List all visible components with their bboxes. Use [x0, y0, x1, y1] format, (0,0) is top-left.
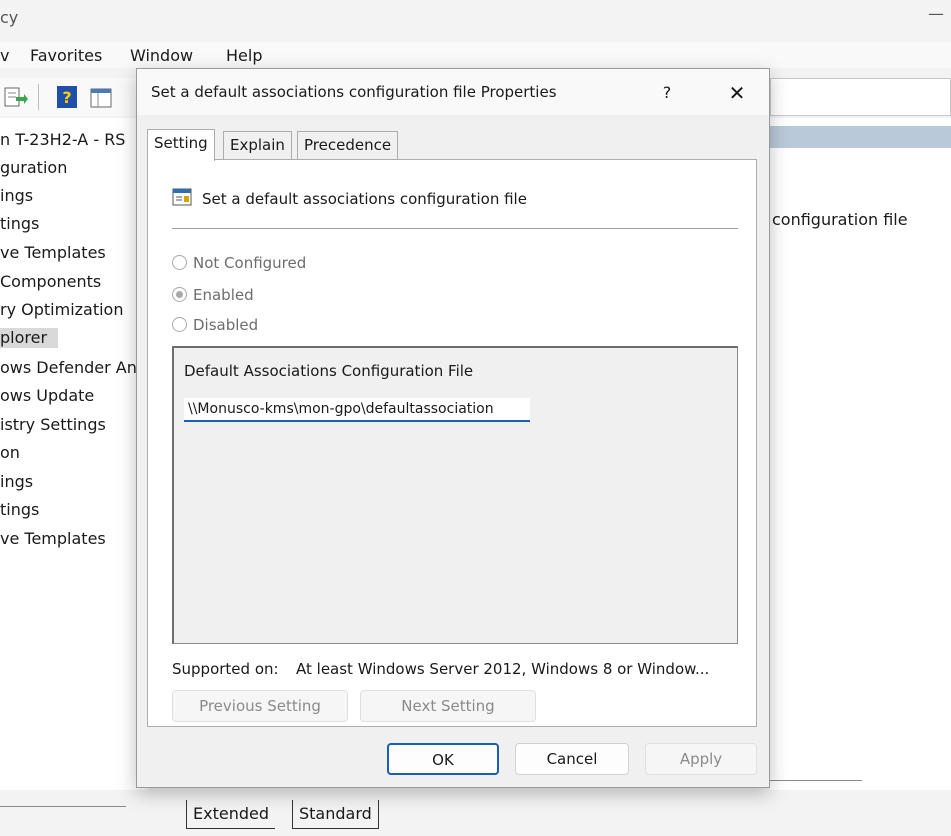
- toolbar-separator: [38, 84, 39, 110]
- tree-item[interactable]: ows Defender An: [0, 358, 137, 378]
- tree-item[interactable]: istry Settings: [0, 415, 106, 435]
- tab-standard[interactable]: Standard: [292, 800, 379, 829]
- navigation-tree: n T-23H2-A - RS guration ings tings ve T…: [0, 118, 148, 790]
- radio-label: Not Configured: [193, 254, 307, 272]
- tab-setting[interactable]: Setting: [147, 129, 215, 161]
- options-box: Default Associations Configuration File: [172, 346, 738, 644]
- supported-on-label: Supported on:: [172, 660, 279, 678]
- ok-button[interactable]: OK: [387, 743, 499, 775]
- horizontal-scrollbar-right[interactable]: [770, 780, 862, 781]
- horizontal-scrollbar[interactable]: [0, 806, 126, 807]
- dialog-title: Set a default associations configuration…: [151, 83, 557, 101]
- tree-item[interactable]: Components: [0, 272, 101, 292]
- view-icon[interactable]: [90, 88, 112, 112]
- menu-view[interactable]: v: [0, 46, 9, 65]
- cancel-button[interactable]: Cancel: [515, 743, 629, 775]
- background-window-title: cy: [0, 8, 19, 27]
- next-setting-button[interactable]: Next Setting: [360, 690, 536, 722]
- tree-item[interactable]: ve Templates: [0, 529, 106, 549]
- tree-item[interactable]: ings: [0, 472, 33, 492]
- tree-item[interactable]: on: [0, 443, 20, 463]
- tree-item[interactable]: tings: [0, 500, 39, 520]
- help-book-icon[interactable]: ?: [56, 85, 78, 113]
- radio-not-configured[interactable]: Not Configured: [172, 254, 306, 272]
- tree-item[interactable]: n T-23H2-A - RS: [0, 130, 125, 150]
- tab-extended[interactable]: Extended: [186, 800, 275, 829]
- setting-panel: Set a default associations configuration…: [147, 159, 757, 727]
- divider: [172, 228, 738, 229]
- options-label: Default Associations Configuration File: [184, 362, 474, 380]
- help-button[interactable]: ?: [651, 77, 683, 109]
- radio-label: Enabled: [193, 286, 254, 304]
- svg-text:?: ?: [62, 88, 71, 107]
- bottom-bar: [0, 790, 951, 836]
- tree-item[interactable]: guration: [0, 158, 67, 178]
- close-button[interactable]: ✕: [717, 77, 757, 109]
- tree-item[interactable]: ve Templates: [0, 243, 106, 263]
- supported-on-value: At least Windows Server 2012, Windows 8 …: [296, 660, 710, 678]
- config-file-input[interactable]: [184, 398, 530, 422]
- menu-favorites[interactable]: Favorites: [30, 46, 102, 65]
- toolbar-field: [770, 78, 951, 116]
- previous-setting-button[interactable]: Previous Setting: [172, 690, 348, 722]
- radio-circle-checked: [172, 287, 187, 302]
- radio-circle: [172, 255, 187, 270]
- tree-item[interactable]: ows Update: [0, 386, 94, 406]
- tree-item-selected[interactable]: plorer: [0, 328, 58, 348]
- menu-window[interactable]: Window: [130, 46, 193, 65]
- tree-item[interactable]: tings: [0, 214, 39, 234]
- tree-item[interactable]: ings: [0, 186, 33, 206]
- export-list-icon[interactable]: [4, 86, 28, 112]
- details-setting-name[interactable]: configuration file: [772, 210, 908, 229]
- policy-name: Set a default associations configuration…: [202, 190, 527, 208]
- properties-dialog: Set a default associations configuration…: [136, 68, 770, 788]
- tree-item[interactable]: ry Optimization: [0, 300, 123, 320]
- menu-help[interactable]: Help: [226, 46, 262, 65]
- apply-button[interactable]: Apply: [645, 743, 757, 775]
- policy-setting-icon: [172, 188, 192, 206]
- radio-circle: [172, 317, 187, 332]
- radio-enabled[interactable]: Enabled: [172, 286, 254, 304]
- menu-bar: v Favorites Window Help: [0, 42, 951, 68]
- details-header: [770, 126, 951, 148]
- radio-disabled[interactable]: Disabled: [172, 316, 258, 334]
- minimize-button[interactable]: —: [928, 4, 944, 23]
- tab-explain[interactable]: Explain: [223, 131, 292, 159]
- background-titlebar: [0, 0, 951, 38]
- radio-label: Disabled: [193, 316, 259, 334]
- tab-precedence[interactable]: Precedence: [297, 131, 399, 159]
